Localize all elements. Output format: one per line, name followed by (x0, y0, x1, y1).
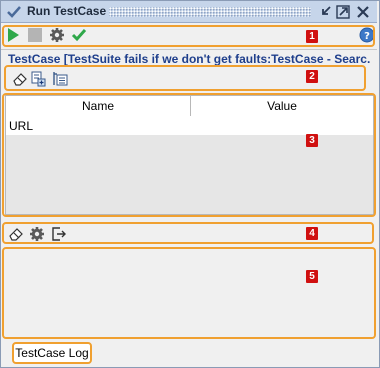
title-bar: Run TestCase (1, 1, 377, 23)
badge-1: 1 (306, 30, 318, 43)
eraser-icon[interactable] (9, 227, 23, 241)
export-icon[interactable] (51, 226, 67, 242)
tab-testcase-log[interactable]: TestCase Log (12, 342, 92, 364)
badge-4: 4 (306, 227, 318, 240)
eraser-icon[interactable] (13, 72, 27, 86)
close-icon[interactable] (355, 4, 371, 20)
maximize-icon[interactable] (335, 4, 351, 20)
badge-5: 5 (306, 270, 318, 283)
highlight-log-area (2, 247, 376, 339)
badge-2: 2 (306, 70, 318, 83)
badge-3: 3 (306, 134, 318, 147)
title-bar-grip (109, 7, 311, 17)
testcase-heading: TestCase [TestSuite fails if we don't ge… (8, 52, 370, 66)
highlight-properties-table (2, 93, 376, 217)
add-property-icon[interactable] (31, 71, 47, 87)
check-icon (7, 6, 21, 18)
import-property-icon[interactable] (52, 71, 68, 87)
minimize-icon[interactable] (318, 4, 334, 20)
window-title: Run TestCase (27, 4, 107, 18)
highlight-toolbar (2, 25, 375, 47)
toolbar-divider (1, 49, 377, 50)
gear-icon[interactable] (29, 226, 45, 242)
